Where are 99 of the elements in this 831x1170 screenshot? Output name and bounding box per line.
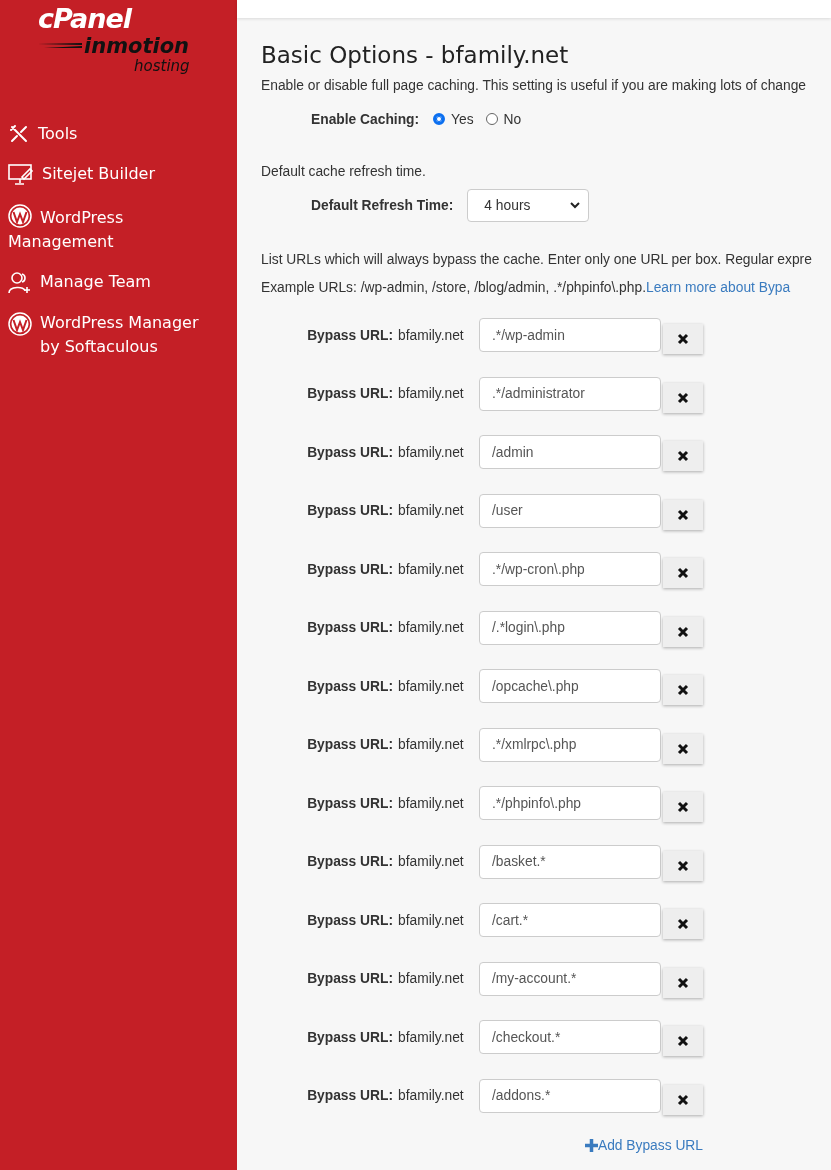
wordpress-icon (8, 312, 32, 336)
chevron-down-icon (570, 201, 581, 209)
bypass-url-input[interactable]: .*/wp-cron\.php (479, 552, 661, 586)
close-icon (677, 450, 689, 462)
close-icon (677, 859, 689, 872)
radio-label: No (503, 111, 522, 127)
bypass-description: List URLs which will always bypass the cache. Enter only one URL per box. Regular expre (261, 251, 813, 269)
bypass-url-label: Bypass URL: (306, 1088, 393, 1103)
domain-text: bfamily.net (398, 444, 465, 460)
radio-button[interactable] (433, 113, 446, 125)
bypass-url-input[interactable]: /basket.* (479, 844, 661, 879)
tools-icon (8, 123, 30, 145)
domain-text: bfamily.net (398, 854, 465, 869)
learn-more-link[interactable]: Learn more about Bypa (646, 280, 791, 295)
inmotion-logo: inmotion (84, 35, 190, 57)
page-title: Basic Options - bfamily.net (261, 42, 570, 68)
domain-text: bfamily.net (398, 795, 465, 811)
domain-text: bfamily.net (398, 561, 465, 577)
bypass-url-label: Bypass URL: (306, 386, 393, 401)
domain-text: bfamily.net (398, 912, 465, 928)
bypass-url-input[interactable]: /my-account.* (479, 961, 661, 996)
close-icon (677, 684, 689, 696)
domain-text: bfamily.net (398, 1088, 465, 1103)
close-icon (677, 918, 689, 930)
close-icon (677, 567, 689, 579)
example-urls-text: Example URLs: /wp-admin, /store, /blog/admin, .*/phpinfo\.php. (261, 280, 646, 295)
bypass-url-label: Bypass URL: (306, 503, 393, 518)
bypass-url-label: Bypass URL: (306, 620, 393, 635)
sidebar-item[interactable]: WordPress Management (8, 199, 148, 258)
bypass-url-label: Bypass URL: (306, 1029, 393, 1045)
bypass-url-label: Bypass URL: (306, 678, 393, 694)
remove-button[interactable] (663, 909, 703, 939)
radio-button[interactable] (485, 113, 498, 125)
monitor-pen-icon (8, 163, 34, 187)
remove-button[interactable] (663, 733, 703, 764)
bypass-url-label: Bypass URL: (306, 327, 393, 343)
close-icon (677, 391, 689, 404)
sidebar-item[interactable]: Sitejet Builder (8, 158, 228, 191)
bypass-url-input[interactable]: /admin (479, 435, 661, 469)
bypass-url-label: Bypass URL: (306, 971, 393, 986)
domain-text: bfamily.net (398, 971, 465, 986)
bypass-url-input[interactable]: .*/administrator (479, 376, 661, 411)
sidebar-item[interactable]: Tools (8, 118, 228, 150)
bypass-url-input[interactable]: /.*login\.php (479, 610, 661, 645)
close-icon (677, 508, 689, 521)
bypass-url-input[interactable]: /user (479, 493, 661, 528)
bypass-url-input[interactable]: .*/xmlrpc\.php (479, 727, 661, 762)
remove-button[interactable] (663, 850, 703, 881)
radio-label: Yes (451, 111, 474, 127)
domain-text: bfamily.net (398, 386, 465, 401)
refresh-description: Default cache refresh time. (261, 163, 427, 181)
bypass-url-label: Bypass URL: (306, 737, 393, 752)
plus-icon (584, 1138, 598, 1152)
hosting-logo-text: hosting (134, 57, 190, 75)
bypass-url-input[interactable]: /addons.* (479, 1078, 661, 1113)
bypass-url-input[interactable]: /checkout.* (479, 1020, 661, 1054)
remove-button[interactable] (663, 1084, 703, 1115)
cpanel-logo: cPanel (38, 2, 132, 36)
close-icon (677, 333, 689, 345)
user-add-icon (8, 271, 32, 295)
remove-button[interactable] (663, 324, 703, 354)
close-icon (677, 976, 689, 989)
refresh-time-dropdown[interactable]: 4 hours (467, 188, 590, 222)
bypass-url-input[interactable]: .*/wp-admin (479, 318, 661, 352)
close-icon (677, 1035, 689, 1047)
domain-text: bfamily.net (398, 737, 465, 752)
enable-caching-label: Enable Caching: (311, 111, 420, 127)
remove-button[interactable] (663, 382, 703, 413)
remove-button[interactable] (663, 967, 703, 998)
domain-text: bfamily.net (398, 327, 465, 343)
remove-button[interactable] (663, 616, 703, 647)
close-icon (677, 1093, 689, 1106)
bypass-url-label: Bypass URL: (306, 444, 393, 460)
domain-text: bfamily.net (398, 1029, 465, 1045)
bypass-url-label: Bypass URL: (306, 795, 393, 811)
remove-button[interactable] (663, 792, 703, 822)
bypass-url-input[interactable]: /opcache\.php (479, 669, 661, 703)
remove-button[interactable] (663, 558, 703, 588)
add-bypass-url-link[interactable]: Add Bypass URL (584, 1137, 703, 1153)
bypass-url-label: Bypass URL: (306, 854, 393, 869)
sidebar-item[interactable]: WordPress Manager by Softaculous (8, 307, 228, 363)
remove-button[interactable] (663, 675, 703, 705)
bypass-url-label: Bypass URL: (306, 561, 393, 577)
close-icon (677, 742, 689, 755)
bypass-url-input[interactable]: .*/phpinfo\.php (479, 786, 661, 820)
refresh-time-label: Default Refresh Time: (311, 197, 454, 213)
caching-description: Enable or disable full page caching. This setting is useful if you are making lots of change (261, 77, 808, 95)
bypass-url-input[interactable]: /cart.* (479, 903, 661, 937)
domain-text: bfamily.net (398, 620, 465, 635)
domain-text: bfamily.net (398, 678, 465, 694)
remove-button[interactable] (663, 499, 703, 530)
bypass-url-label: Bypass URL: (306, 912, 393, 928)
close-icon (677, 801, 689, 813)
remove-button[interactable] (663, 1026, 703, 1056)
sidebar-item[interactable]: Manage Team (8, 266, 228, 299)
domain-text: bfamily.net (398, 503, 465, 518)
remove-button[interactable] (663, 441, 703, 471)
close-icon (677, 625, 689, 638)
wordpress-icon (8, 204, 32, 228)
